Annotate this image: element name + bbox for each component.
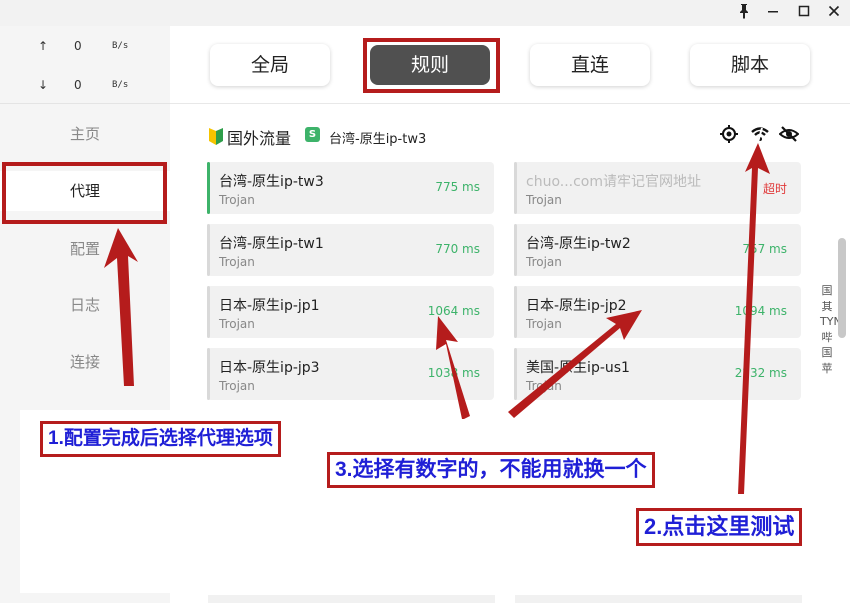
wifi-test-icon[interactable]	[750, 124, 770, 144]
scrollbar-thumb[interactable]	[838, 238, 846, 338]
sidebar-item-home[interactable]: 主页	[0, 114, 170, 154]
annotation-step1: 1.配置完成后选择代理选项	[40, 421, 281, 457]
proxy-name: chuo...com请牢记官网地址	[526, 174, 702, 190]
proxy-card[interactable]: 日本-原生ip-jp2 Trojan 1094 ms	[514, 286, 801, 338]
upload-arrow-icon: ↑	[38, 39, 49, 53]
tab-direct[interactable]: 直连	[530, 44, 650, 86]
proxy-type: Trojan	[526, 255, 562, 269]
header-divider	[170, 103, 850, 104]
proxy-delay[interactable]: 2232 ms	[735, 366, 787, 380]
close-icon[interactable]	[823, 3, 845, 23]
proxy-group-header[interactable]: 国外流量 S 台湾-原生ip-tw3	[208, 124, 808, 148]
card-indicator	[514, 286, 517, 338]
upload-value: 0	[74, 39, 82, 53]
proxy-delay[interactable]: 超时	[763, 180, 787, 197]
proxy-card[interactable]: 台湾-原生ip-tw2 Trojan 757 ms	[514, 224, 801, 276]
proxy-delay[interactable]: 770 ms	[435, 242, 480, 256]
pin-icon[interactable]	[733, 3, 755, 23]
proxy-card[interactable]: chuo...com请牢记官网地址 Trojan 超时	[514, 162, 801, 214]
locate-icon[interactable]	[719, 124, 739, 144]
card-indicator	[514, 348, 517, 400]
proxy-card[interactable]: 美国-原生ip-us1 Trojan 2232 ms	[514, 348, 801, 400]
traffic-panel: ↑ 0 B/s ↓ 0 B/s	[0, 26, 170, 104]
card-indicator	[207, 224, 210, 276]
sidebar-item-logs[interactable]: 日志	[0, 285, 170, 325]
title-bar	[0, 0, 850, 26]
card-indicator	[207, 348, 210, 400]
annotation-step3: 3.选择有数字的，不能用就换一个	[327, 452, 655, 488]
proxy-delay[interactable]: 1064 ms	[428, 304, 480, 318]
proxy-name: 台湾-原生ip-tw3	[219, 174, 324, 190]
bottom-card-strip	[208, 595, 808, 603]
proxy-card[interactable]: 日本-原生ip-jp3 Trojan 1038 ms	[207, 348, 494, 400]
proxy-group-name: 国外流量	[227, 129, 292, 148]
annotation-step2: 2.点击这里测试	[636, 508, 803, 546]
group-type-badge: S	[305, 127, 320, 142]
clash-window: ↑ 0 B/s ↓ 0 B/s 主页 代理 配置 日志 连接 全局 规则 直连 …	[0, 0, 850, 603]
proxy-type: Trojan	[219, 255, 255, 269]
proxy-name: 台湾-原生ip-tw2	[526, 236, 631, 252]
group-index-bar[interactable]: 国其TYN哔国苹	[820, 283, 842, 376]
proxy-name: 美国-原生ip-us1	[526, 360, 630, 376]
proxy-card[interactable]: 台湾-原生ip-tw1 Trojan 770 ms	[207, 224, 494, 276]
download-unit: B/s	[112, 80, 129, 90]
proxy-card[interactable]: 日本-原生ip-jp1 Trojan 1064 ms	[207, 286, 494, 338]
partial-card	[208, 595, 495, 603]
tab-script[interactable]: 脚本	[690, 44, 810, 86]
sidebar-item-connections[interactable]: 连接	[0, 342, 170, 382]
download-speed: ↓ 0 B/s	[0, 76, 170, 96]
beginner-shield-icon	[209, 128, 223, 145]
partial-card	[515, 595, 802, 603]
proxy-delay[interactable]: 775 ms	[435, 180, 480, 194]
download-arrow-icon: ↓	[38, 78, 49, 92]
group-selected-proxy: 台湾-原生ip-tw3	[329, 132, 427, 147]
selected-indicator	[207, 162, 210, 214]
tab-global[interactable]: 全局	[210, 44, 330, 86]
eye-hide-icon[interactable]	[779, 124, 799, 144]
proxy-delay[interactable]: 1038 ms	[428, 366, 480, 380]
card-indicator	[207, 286, 210, 338]
proxy-delay[interactable]: 757 ms	[742, 242, 787, 256]
proxy-type: Trojan	[219, 193, 255, 207]
proxy-name: 日本-原生ip-jp2	[526, 298, 627, 314]
proxy-type: Trojan	[219, 379, 255, 393]
maximize-icon[interactable]	[793, 3, 815, 23]
highlight-rule-tab	[363, 38, 500, 93]
upload-speed: ↑ 0 B/s	[0, 37, 170, 57]
upload-unit: B/s	[112, 41, 129, 51]
highlight-proxy-nav	[2, 162, 167, 224]
proxy-delay[interactable]: 1094 ms	[735, 304, 787, 318]
proxy-type: Trojan	[526, 193, 562, 207]
card-indicator	[514, 162, 517, 214]
proxy-card[interactable]: 台湾-原生ip-tw3 Trojan 775 ms	[207, 162, 494, 214]
proxy-name: 日本-原生ip-jp3	[219, 360, 320, 376]
proxy-name: 日本-原生ip-jp1	[219, 298, 320, 314]
proxy-type: Trojan	[219, 317, 255, 331]
proxy-name: 台湾-原生ip-tw1	[219, 236, 324, 252]
sidebar-item-profiles[interactable]: 配置	[0, 229, 170, 269]
minimize-icon[interactable]	[762, 3, 784, 23]
download-value: 0	[74, 78, 82, 92]
proxy-type: Trojan	[526, 379, 562, 393]
card-indicator	[514, 224, 517, 276]
proxy-type: Trojan	[526, 317, 562, 331]
